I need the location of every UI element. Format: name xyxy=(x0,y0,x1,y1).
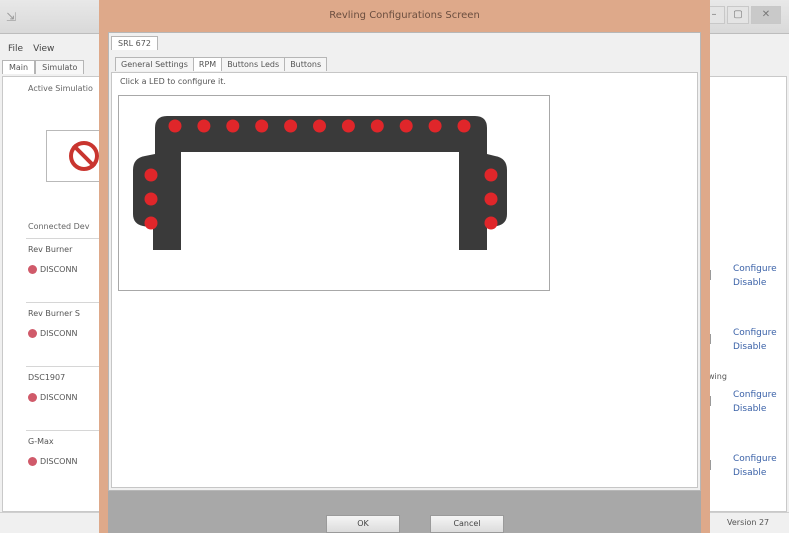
device-item: Rev Burner DISCONN xyxy=(26,238,108,296)
led-left-1[interactable] xyxy=(144,168,158,182)
tab-simulator[interactable]: Simulato xyxy=(35,60,85,74)
menu-bar: File View xyxy=(0,44,54,54)
device-actions: Configure Disable xyxy=(733,388,783,416)
configure-link[interactable]: Configure xyxy=(733,326,783,340)
active-simulation-label: Active Simulatio xyxy=(28,84,93,93)
maximize-button[interactable]: ▢ xyxy=(727,6,749,24)
tab-general-settings[interactable]: General Settings xyxy=(115,57,194,71)
disable-link[interactable]: Disable xyxy=(733,402,783,416)
led-top-9[interactable] xyxy=(399,119,413,133)
led-top-3[interactable] xyxy=(226,119,240,133)
led-left-2[interactable] xyxy=(144,192,158,206)
device-status-text: DISCONN xyxy=(40,393,78,402)
led-top-4[interactable] xyxy=(255,119,269,133)
device-item: Rev Burner S DISCONN xyxy=(26,302,108,360)
app-icon: ⇲ xyxy=(6,10,17,24)
device-name: Rev Burner xyxy=(28,245,73,254)
settings-tabs: General Settings RPM Buttons Leds Button… xyxy=(115,57,328,71)
device-actions: Configure Disable xyxy=(733,326,783,354)
status-led-icon xyxy=(28,457,37,466)
status-led-icon xyxy=(28,393,37,402)
prohibited-icon xyxy=(69,141,99,171)
led-top-6[interactable] xyxy=(313,119,326,133)
device-status-text: DISCONN xyxy=(40,329,78,338)
steering-wheel-frame xyxy=(133,116,507,250)
device-status-text: DISCONN xyxy=(40,457,78,466)
device-name: G-Max xyxy=(28,437,54,446)
tab-buttons-leds[interactable]: Buttons Leds xyxy=(221,57,286,71)
wheel-led-diagram xyxy=(133,116,507,250)
configure-link[interactable]: Configure xyxy=(733,262,783,276)
led-top-8[interactable] xyxy=(370,119,384,133)
side-label: wing xyxy=(708,372,727,381)
dialog-footer: OK Cancel xyxy=(108,491,701,533)
led-right-3[interactable] xyxy=(484,216,498,230)
led-top-10[interactable] xyxy=(428,119,442,133)
configure-link[interactable]: Configure xyxy=(733,452,783,466)
led-right-2[interactable] xyxy=(484,192,498,206)
device-actions: Configure Disable xyxy=(733,262,783,290)
device-item: G-Max DISCONN xyxy=(26,430,108,488)
led-right-1[interactable] xyxy=(484,168,498,182)
configure-link[interactable]: Configure xyxy=(733,388,783,402)
led-left-3[interactable] xyxy=(144,216,158,230)
tab-device[interactable]: SRL 672 xyxy=(111,36,158,50)
rpm-tab-content: Click a LED to configure it. xyxy=(111,72,698,488)
led-top-2[interactable] xyxy=(197,119,211,133)
led-layout-panel xyxy=(118,95,550,291)
dialog-body: SRL 672 General Settings RPM Buttons Led… xyxy=(108,32,701,491)
device-status: DISCONN xyxy=(28,265,77,274)
led-top-7[interactable] xyxy=(341,119,355,133)
disable-link[interactable]: Disable xyxy=(733,340,783,354)
close-button[interactable]: ✕ xyxy=(751,6,781,24)
tab-main[interactable]: Main xyxy=(2,60,36,74)
device-status: DISCONN xyxy=(28,393,77,402)
instruction-text: Click a LED to configure it. xyxy=(120,77,226,86)
device-status: DISCONN xyxy=(28,457,77,466)
status-led-icon xyxy=(28,329,37,338)
disable-link[interactable]: Disable xyxy=(733,276,783,290)
led-top-5[interactable] xyxy=(284,119,298,133)
configuration-dialog: Revling Configurations Screen SRL 672 Ge… xyxy=(99,0,710,533)
connected-devices-label: Connected Dev xyxy=(28,222,90,231)
led-top-11[interactable] xyxy=(457,119,471,133)
tab-rpm[interactable]: RPM xyxy=(192,57,223,71)
cancel-button[interactable]: Cancel xyxy=(430,515,504,533)
window-controls: – ▢ ✕ xyxy=(703,6,781,24)
tab-buttons[interactable]: Buttons xyxy=(284,57,328,71)
menu-view[interactable]: View xyxy=(33,44,54,54)
disable-link[interactable]: Disable xyxy=(733,466,783,480)
led-top-1[interactable] xyxy=(168,119,182,133)
device-name: DSC1907 xyxy=(28,373,66,382)
device-actions: Configure Disable xyxy=(733,452,783,480)
device-item: DSC1907 DISCONN xyxy=(26,366,108,424)
device-name: Rev Burner S xyxy=(28,309,81,318)
menu-file[interactable]: File xyxy=(8,44,23,54)
ok-button[interactable]: OK xyxy=(326,515,400,533)
device-status: DISCONN xyxy=(28,329,77,338)
device-status-text: DISCONN xyxy=(40,265,78,274)
main-tabs: Main Simulato xyxy=(2,60,85,74)
dialog-title: Revling Configurations Screen xyxy=(329,10,480,21)
status-led-icon xyxy=(28,265,37,274)
version-label: Version 27 xyxy=(727,518,770,527)
